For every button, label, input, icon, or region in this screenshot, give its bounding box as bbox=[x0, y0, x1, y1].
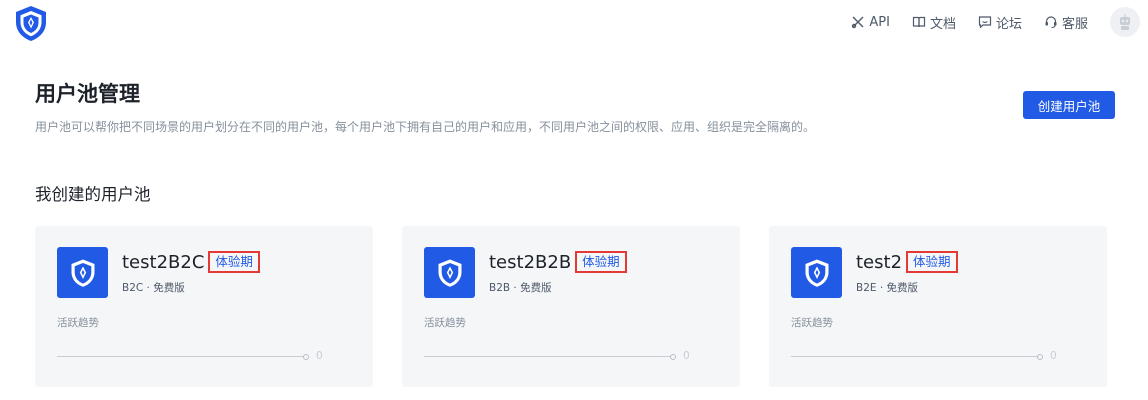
user-avatar[interactable] bbox=[1110, 7, 1140, 37]
trend-end-point bbox=[1037, 354, 1043, 360]
user-pool-shield-icon bbox=[791, 247, 842, 298]
user-pool-name[interactable]: test2 bbox=[856, 252, 902, 273]
nav-support-link[interactable]: 客服 bbox=[1044, 13, 1088, 32]
trend-value: 0 bbox=[1050, 350, 1057, 362]
user-pool-name-row: test2B2C 体验期 bbox=[122, 251, 260, 273]
nav-docs-link[interactable]: 文档 bbox=[912, 13, 956, 32]
top-bar: API 文档 论坛 客服 bbox=[0, 0, 1148, 44]
nav-api-link[interactable]: API bbox=[851, 15, 890, 30]
nav-api-label: API bbox=[869, 14, 890, 30]
user-pool-card[interactable]: test2B2C 体验期 B2C · 免费版 活跃趋势 0 bbox=[35, 226, 373, 387]
user-pool-name[interactable]: test2B2B bbox=[489, 252, 571, 273]
top-nav: API 文档 论坛 客服 bbox=[851, 6, 1140, 38]
user-pool-list: test2B2C 体验期 B2C · 免费版 活跃趋势 0 test2B2B 体… bbox=[35, 226, 1107, 387]
nav-forum-link[interactable]: 论坛 bbox=[978, 13, 1022, 32]
trend-sparkline bbox=[57, 354, 309, 360]
user-pool-subtitle: B2B · 免费版 bbox=[489, 282, 552, 294]
nav-forum-label: 论坛 bbox=[995, 16, 1022, 32]
app-logo-icon[interactable] bbox=[13, 4, 49, 42]
nav-support-label: 客服 bbox=[1061, 16, 1088, 32]
trend-label: 活跃趋势 bbox=[57, 317, 99, 329]
trend-sparkline bbox=[424, 354, 676, 360]
user-pool-name-row: test2 体验期 bbox=[856, 251, 958, 273]
trial-badge: 体验期 bbox=[575, 251, 627, 273]
trend-label: 活跃趋势 bbox=[424, 317, 466, 329]
user-pool-card[interactable]: test2 体验期 B2E · 免费版 活跃趋势 0 bbox=[769, 226, 1107, 387]
trend-sparkline bbox=[791, 354, 1043, 360]
chat-bubble-icon bbox=[978, 16, 992, 29]
create-user-pool-button[interactable]: 创建用户池 bbox=[1023, 91, 1115, 119]
trial-badge: 体验期 bbox=[906, 251, 958, 273]
trend-line bbox=[424, 356, 672, 357]
user-pool-shield-icon bbox=[57, 247, 108, 298]
trial-badge: 体验期 bbox=[208, 251, 260, 273]
trend-value: 0 bbox=[683, 350, 690, 362]
api-tools-icon bbox=[852, 16, 864, 29]
user-pool-name[interactable]: test2B2C bbox=[122, 252, 204, 273]
trend-end-point bbox=[303, 354, 309, 360]
trend-end-point bbox=[670, 354, 676, 360]
user-pool-name-row: test2B2B 体验期 bbox=[489, 251, 627, 273]
book-icon bbox=[912, 16, 926, 28]
robot-avatar-icon bbox=[1120, 14, 1130, 30]
trend-label: 活跃趋势 bbox=[791, 317, 833, 329]
trend-line bbox=[791, 356, 1039, 357]
headset-icon bbox=[1045, 16, 1057, 29]
nav-docs-label: 文档 bbox=[929, 16, 956, 32]
user-pool-shield-icon bbox=[424, 247, 475, 298]
user-pool-subtitle: B2C · 免费版 bbox=[122, 282, 185, 294]
user-pool-card[interactable]: test2B2B 体验期 B2B · 免费版 活跃趋势 0 bbox=[402, 226, 740, 387]
page-description: 用户池可以帮你把不同场景的用户划分在不同的用户池，每个用户池下拥有自己的用户和应… bbox=[35, 120, 816, 134]
trend-value: 0 bbox=[316, 350, 323, 362]
user-pool-subtitle: B2E · 免费版 bbox=[856, 282, 919, 294]
section-title: 我创建的用户池 bbox=[35, 185, 151, 204]
page-title: 用户池管理 bbox=[35, 82, 140, 106]
trend-line bbox=[57, 356, 305, 357]
